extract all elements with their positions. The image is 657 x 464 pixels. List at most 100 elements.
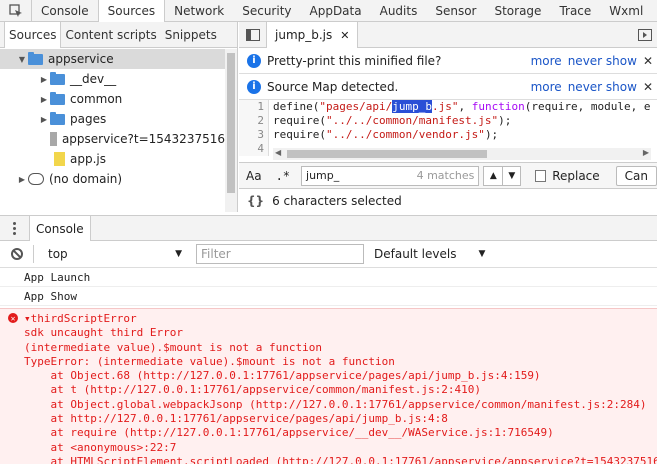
tab-console[interactable]: Console — [32, 0, 98, 21]
nav-tab-content-scripts[interactable]: Content scripts — [61, 22, 160, 47]
tree-item-label: app.js — [70, 152, 106, 166]
stack-frame[interactable]: at http://127.0.0.1:17761/appservice/pag… — [0, 412, 657, 426]
folder-icon — [28, 51, 43, 65]
tab-security[interactable]: Security — [233, 0, 300, 21]
stack-frame[interactable]: at HTMLScriptElement.scriptLoaded (http:… — [0, 455, 657, 464]
tree-item[interactable]: ▶ __dev__ — [0, 69, 225, 89]
nav-tab-sources[interactable]: Sources — [4, 22, 62, 48]
tab-storage[interactable]: Storage — [485, 0, 550, 21]
devtools-tab-bar: Console Sources Network Security AppData Audi… — [0, 0, 657, 22]
tree-item-label: __dev__ — [70, 72, 117, 86]
infobar-message: Pretty-print this minified file? — [267, 53, 442, 68]
context-selector[interactable]: top ▼ — [42, 247, 182, 261]
tab-wxml[interactable]: Wxml — [600, 0, 652, 21]
code-text: require( — [273, 114, 326, 127]
match-case-button[interactable]: Aa — [239, 169, 269, 183]
code-text: , — [458, 100, 472, 113]
error-title: ▾thirdScriptError — [24, 312, 137, 325]
stack-frame[interactable]: at require (http://127.0.0.1:17761/appse… — [0, 426, 657, 440]
infobar-more-link[interactable]: more — [531, 54, 562, 68]
expanded-arrow-icon: ▼ — [18, 54, 26, 64]
replace-checkbox[interactable] — [535, 169, 547, 182]
tab-network[interactable]: Network — [165, 0, 233, 21]
tree-item[interactable]: ▶ pages — [0, 109, 225, 129]
infobar-never-show-link[interactable]: never show — [568, 80, 637, 94]
infobar-never-show-link[interactable]: never show — [568, 54, 637, 68]
sidebar-toggle-icon — [245, 28, 260, 41]
pretty-print-icon[interactable]: {} — [239, 194, 272, 208]
filter-placeholder: Filter — [201, 247, 231, 261]
previous-match-icon[interactable]: ▲ — [484, 166, 503, 185]
file-tab-label: jump_b.js — [275, 28, 333, 42]
console-message: App Show — [0, 287, 657, 306]
tree-item[interactable]: appservice?t=1543237516 — [0, 129, 225, 149]
scroll-right-icon[interactable]: ▶ — [643, 148, 649, 157]
editor-tab-bar: jump_b.js ✕ — [239, 22, 657, 48]
clear-console-icon[interactable] — [11, 248, 23, 260]
tree-item-label: (no domain) — [49, 172, 123, 186]
infobar-more-link[interactable]: more — [531, 80, 562, 94]
console-error-message: ✕ ▾thirdScriptError sdk uncaught third Er… — [0, 308, 657, 464]
infobar-message: Source Map detected. — [267, 79, 399, 94]
stack-frame[interactable]: at <anonymous>:22:7 — [0, 441, 657, 455]
close-icon[interactable]: ✕ — [643, 80, 653, 94]
cancel-button[interactable]: Can — [615, 165, 657, 186]
code-text: define( — [273, 100, 320, 113]
folder-icon — [50, 91, 65, 105]
console-filter-input[interactable]: Filter — [196, 244, 364, 264]
drawer-tab-bar: Console — [0, 215, 657, 241]
tab-audits[interactable]: Audits — [371, 0, 427, 21]
search-input-value: jump_ — [306, 169, 340, 182]
navigator-scrollbar[interactable] — [225, 49, 237, 212]
line-number: 2 — [239, 114, 269, 128]
tab-sensor[interactable]: Sensor — [426, 0, 485, 21]
source-map-infobar: i Source Map detected. more never show ✕ — [239, 74, 657, 100]
file-icon — [49, 132, 57, 146]
search-input[interactable]: jump_ 4 matches — [301, 165, 480, 186]
toggle-debugger-button[interactable] — [633, 22, 657, 47]
toggle-navigator-button[interactable] — [239, 22, 267, 47]
line-number: 3 — [239, 128, 269, 142]
error-text: TypeError: (intermediate value).$mount i… — [24, 354, 395, 368]
code-string: .js" — [431, 100, 459, 113]
folder-icon — [50, 111, 65, 125]
close-icon[interactable]: ✕ — [643, 54, 653, 68]
collapsed-arrow-icon: ▶ — [18, 174, 26, 184]
tree-item[interactable]: app.js — [0, 149, 225, 169]
console-messages: App Launch App Show ✕ ▾thirdScriptError s… — [0, 268, 657, 464]
tree-item[interactable]: ▼ appservice — [0, 49, 225, 69]
file-tab[interactable]: jump_b.js ✕ — [267, 22, 359, 48]
tree-item[interactable]: ▶ common — [0, 89, 225, 109]
next-match-icon[interactable]: ▼ — [502, 166, 521, 185]
code-horizontal-scrollbar[interactable]: ◀ ▶ — [273, 148, 651, 160]
nav-tab-snippets[interactable]: Snippets — [161, 22, 221, 47]
code-string: "../../common/vendor.js" — [325, 128, 485, 141]
error-text: sdk uncaught third Error — [24, 326, 183, 340]
info-icon: i — [247, 79, 261, 94]
stack-frame[interactable]: at t (http://127.0.0.1:17761/appservice/… — [0, 383, 657, 397]
match-count: 4 matches — [416, 169, 475, 182]
log-levels-label: Default levels — [374, 247, 457, 261]
tab-sources[interactable]: Sources — [97, 0, 166, 22]
tree-item-label: pages — [70, 112, 107, 126]
close-icon[interactable]: ✕ — [340, 29, 349, 42]
line-number: 1 — [239, 100, 269, 114]
line-number: 4 — [239, 142, 269, 156]
inspect-element-button[interactable] — [0, 0, 32, 21]
code-string: "pages/api/ — [319, 100, 393, 113]
stack-frame[interactable]: at Object.global.webpackJsonp (http://12… — [0, 398, 657, 412]
log-levels-dropdown[interactable]: Default levels ▼ — [374, 247, 485, 261]
sidebar-toggle-icon — [638, 28, 652, 41]
tree-item[interactable]: ▶ (no domain) — [0, 169, 225, 189]
tab-trace[interactable]: Trace — [550, 0, 600, 21]
collapsed-arrow-icon: ▶ — [40, 74, 48, 84]
drawer-menu-button[interactable] — [0, 216, 30, 240]
tab-appdata[interactable]: AppData — [301, 0, 371, 21]
cloud-icon — [28, 173, 44, 185]
console-message: App Launch — [0, 268, 657, 287]
console-drawer-tab[interactable]: Console — [30, 216, 91, 241]
scroll-left-icon[interactable]: ◀ — [275, 148, 281, 157]
stack-frame[interactable]: at Object.68 (http://127.0.0.1:17761/app… — [0, 369, 657, 383]
code-keyword: function — [471, 100, 525, 113]
regex-button[interactable]: .* — [269, 169, 297, 183]
